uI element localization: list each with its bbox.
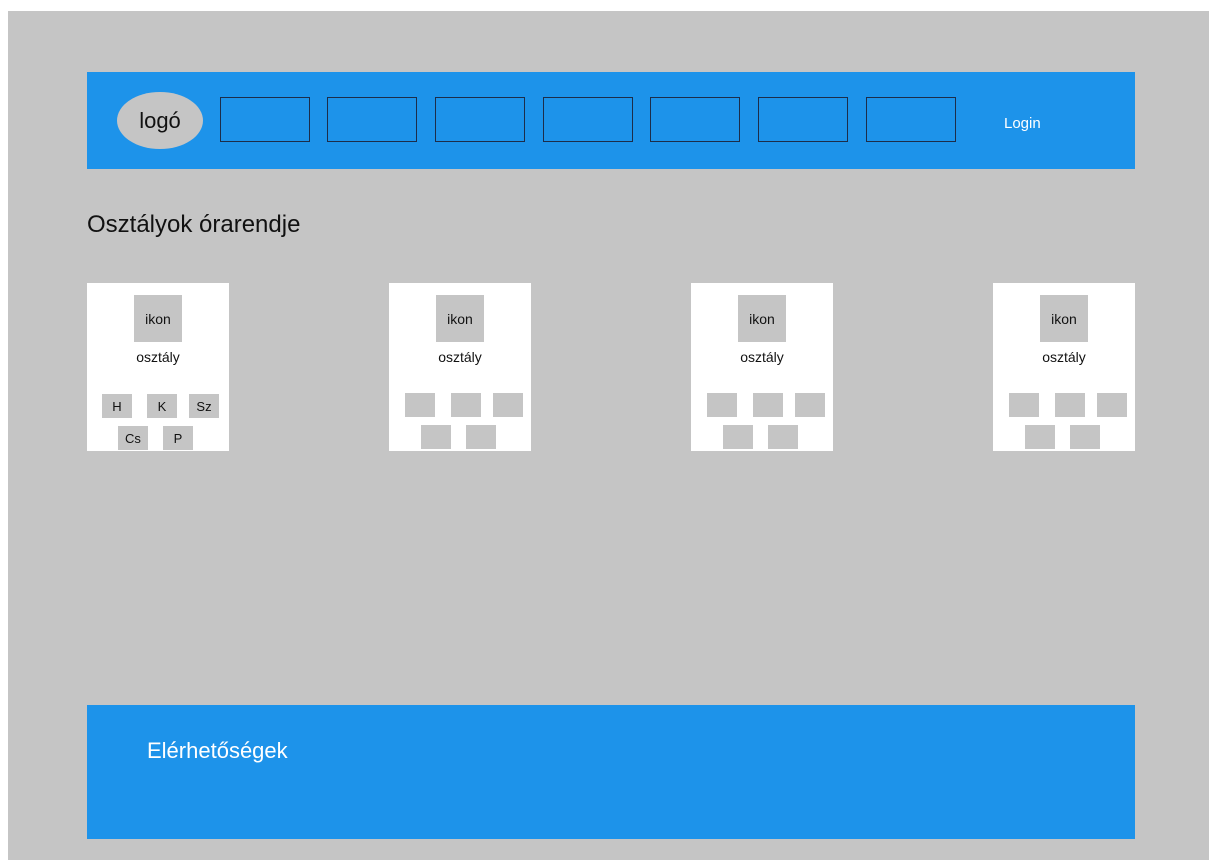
nav-item-2[interactable] [327,97,417,142]
nav-item-7[interactable] [866,97,956,142]
header-bar: logó Login [87,72,1135,169]
day-button[interactable] [451,393,481,417]
nav-item-4[interactable] [543,97,633,142]
class-name: osztály [740,349,784,365]
day-button[interactable] [466,425,496,449]
day-button[interactable] [795,393,825,417]
logo[interactable]: logó [117,92,203,149]
class-icon: ikon [436,295,484,342]
day-button-thursday[interactable]: Cs [118,426,148,450]
class-card[interactable]: ikon osztály [691,283,833,451]
day-button[interactable] [1055,393,1085,417]
class-icon: ikon [134,295,182,342]
class-icon: ikon [738,295,786,342]
day-button[interactable] [493,393,523,417]
day-button[interactable] [753,393,783,417]
day-button[interactable] [1025,425,1055,449]
day-button-monday[interactable]: H [102,394,132,418]
class-name: osztály [136,349,180,365]
footer: Elérhetőségek [87,705,1135,839]
nav-item-6[interactable] [758,97,848,142]
day-button-wednesday[interactable]: Sz [189,394,219,418]
day-button[interactable] [1009,393,1039,417]
day-button[interactable] [405,393,435,417]
day-button[interactable] [768,425,798,449]
day-button[interactable] [707,393,737,417]
day-button[interactable] [1097,393,1127,417]
page-title: Osztályok órarendje [87,211,301,238]
day-button[interactable] [1070,425,1100,449]
class-card[interactable]: ikon osztály H K Sz Cs P [87,283,229,451]
day-button-tuesday[interactable]: K [147,394,177,418]
day-button[interactable] [723,425,753,449]
class-card[interactable]: ikon osztály [993,283,1135,451]
nav-item-1[interactable] [220,97,310,142]
class-card[interactable]: ikon osztály [389,283,531,451]
day-button[interactable] [421,425,451,449]
class-name: osztály [438,349,482,365]
class-icon: ikon [1040,295,1088,342]
nav-item-5[interactable] [650,97,740,142]
login-link[interactable]: Login [1004,115,1041,132]
class-name: osztály [1042,349,1086,365]
day-button-friday[interactable]: P [163,426,193,450]
nav-item-3[interactable] [435,97,525,142]
footer-contact-title[interactable]: Elérhetőségek [147,738,288,764]
